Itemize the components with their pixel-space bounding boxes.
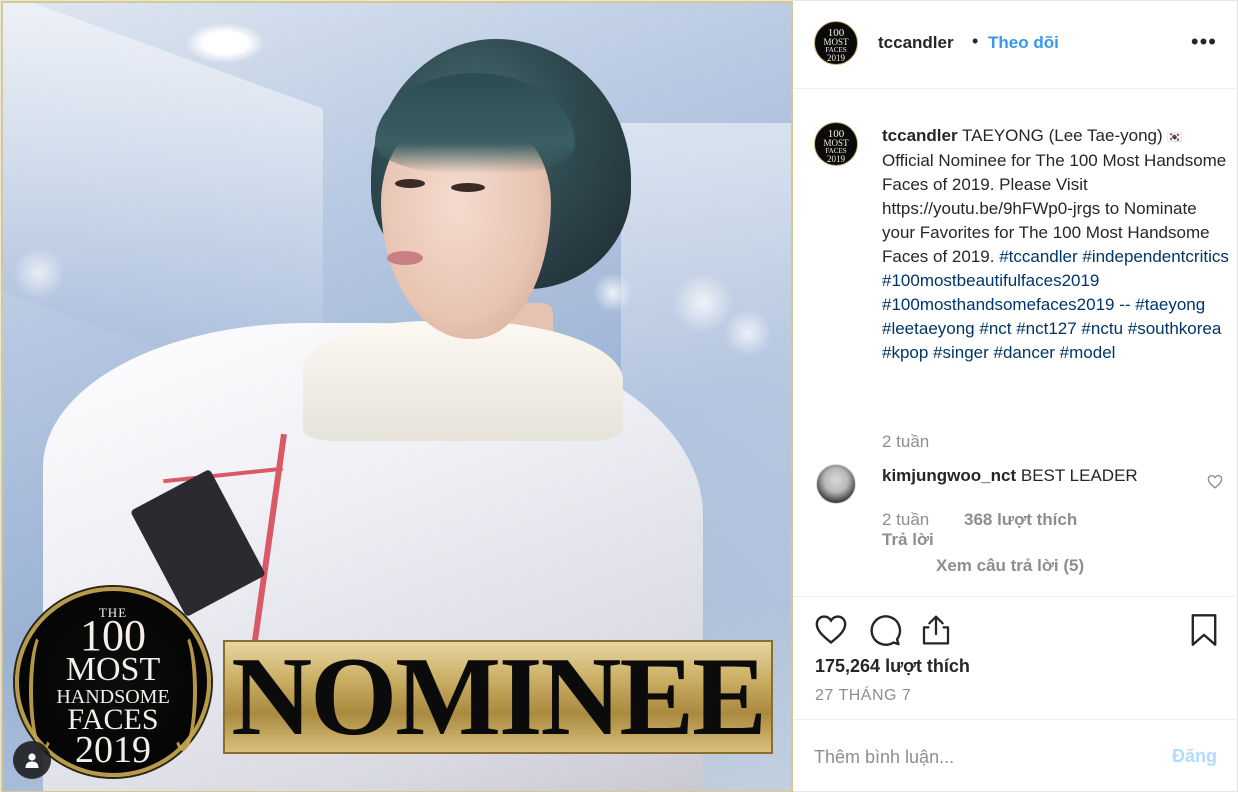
jacket-collar bbox=[303, 321, 623, 441]
post-modal: THE 100 MOST HANDSOME FACES 2019 NOMINEE… bbox=[0, 0, 1238, 792]
more-options-icon[interactable]: ••• bbox=[1191, 31, 1217, 53]
comment-like-heart-icon[interactable] bbox=[1207, 474, 1223, 494]
author-username-link[interactable]: tccandler bbox=[878, 33, 954, 53]
avatar-logo-text: MOST bbox=[823, 37, 849, 47]
flag-icon: 🇰🇷 bbox=[1167, 130, 1183, 144]
user-tag-icon bbox=[25, 753, 39, 768]
share-icon[interactable] bbox=[920, 613, 952, 652]
caption-text: TAEYONG (Lee Tae-yong) bbox=[962, 126, 1163, 145]
separator-dot: • bbox=[972, 31, 979, 51]
badge-most: MOST bbox=[65, 651, 161, 688]
add-comment-bar: Đăng bbox=[794, 721, 1238, 792]
post-actions: 175,264 lượt thích 27 THÁNG 7 bbox=[794, 596, 1238, 720]
comment: kimjungwoo_nct BEST LEADER bbox=[882, 466, 1138, 486]
tagged-user-button[interactable] bbox=[13, 741, 51, 779]
bookmark-icon[interactable] bbox=[1190, 613, 1218, 652]
avatar-logo-text: MOST bbox=[823, 138, 849, 148]
comments-list[interactable]: 100 MOST FACES 2019 tccandler TAEYONG (L… bbox=[794, 90, 1238, 596]
post-caption: tccandler TAEYONG (Lee Tae-yong) 🇰🇷 Offi… bbox=[882, 124, 1232, 365]
comment-timestamp[interactable]: 2 tuần bbox=[882, 510, 929, 530]
person-eye bbox=[395, 179, 425, 188]
person-eye bbox=[451, 183, 485, 192]
author-avatar[interactable]: 100 MOST FACES 2019 bbox=[814, 21, 858, 65]
avatar-logo-text: 2019 bbox=[827, 53, 845, 63]
avatar-logo-text: 2019 bbox=[827, 154, 845, 164]
nominee-banner: NOMINEE bbox=[223, 640, 773, 754]
heart-icon[interactable] bbox=[814, 613, 848, 650]
comment-icon[interactable] bbox=[868, 613, 902, 652]
post-image[interactable]: THE 100 MOST HANDSOME FACES 2019 NOMINEE bbox=[1, 1, 793, 792]
post-sidebar: 100 MOST FACES 2019 tccandler • Theo dõi… bbox=[794, 1, 1238, 792]
comment-text: BEST LEADER bbox=[1020, 466, 1138, 485]
person-lips bbox=[387, 251, 423, 265]
post-likes-count[interactable]: 175,264 lượt thích bbox=[815, 656, 970, 677]
comment-likes-count[interactable]: 368 lượt thích bbox=[964, 510, 1077, 530]
view-replies-button[interactable]: Xem câu trả lời (5) bbox=[936, 556, 1084, 576]
caption-timestamp[interactable]: 2 tuần bbox=[882, 432, 929, 452]
reply-button[interactable]: Trả lời bbox=[882, 530, 934, 550]
caption-author-avatar[interactable]: 100 MOST FACES 2019 bbox=[814, 122, 858, 166]
post-date[interactable]: 27 THÁNG 7 bbox=[815, 687, 911, 705]
commenter-username-link[interactable]: kimjungwoo_nct bbox=[882, 466, 1016, 485]
post-header: 100 MOST FACES 2019 tccandler • Theo dõi… bbox=[794, 1, 1238, 89]
post-comment-button[interactable]: Đăng bbox=[1172, 746, 1217, 767]
caption-username-link[interactable]: tccandler bbox=[882, 126, 958, 145]
add-comment-input[interactable] bbox=[814, 741, 1144, 773]
commenter-avatar[interactable] bbox=[816, 464, 856, 504]
follow-button[interactable]: Theo dõi bbox=[988, 33, 1059, 53]
